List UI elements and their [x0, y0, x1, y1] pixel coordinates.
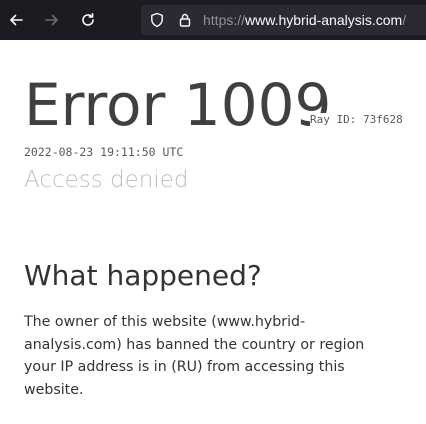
url-protocol: https:// — [203, 12, 246, 28]
back-button[interactable] — [4, 8, 28, 32]
what-happened-heading: What happened? — [24, 259, 262, 292]
url-host: www.hybrid-analysis.com — [245, 12, 403, 28]
browser-toolbar: https://www.hybrid-analysis.com/ — [0, 0, 426, 40]
ray-id: Ray ID: 73f628 — [310, 113, 405, 127]
lock-icon[interactable] — [177, 12, 193, 28]
arrow-left-icon — [10, 14, 23, 26]
forward-button[interactable] — [40, 8, 64, 32]
timestamp: 2022-08-23 19:11:50 UTC — [24, 145, 184, 159]
error-title: Error 1009 — [24, 71, 332, 139]
tracking-protection-shield-icon[interactable] — [149, 12, 165, 28]
url-text[interactable]: https://www.hybrid-analysis.com/ — [203, 11, 406, 29]
url-path: / — [402, 12, 407, 28]
arrow-right-icon — [45, 14, 58, 26]
reload-button[interactable] — [76, 8, 100, 32]
explanation-paragraph: The owner of this website (www.hybrid-an… — [24, 314, 365, 398]
address-bar[interactable]: https://www.hybrid-analysis.com/ — [141, 5, 426, 35]
access-denied-subtitle: Access denied — [24, 167, 189, 193]
reload-icon — [82, 13, 94, 26]
